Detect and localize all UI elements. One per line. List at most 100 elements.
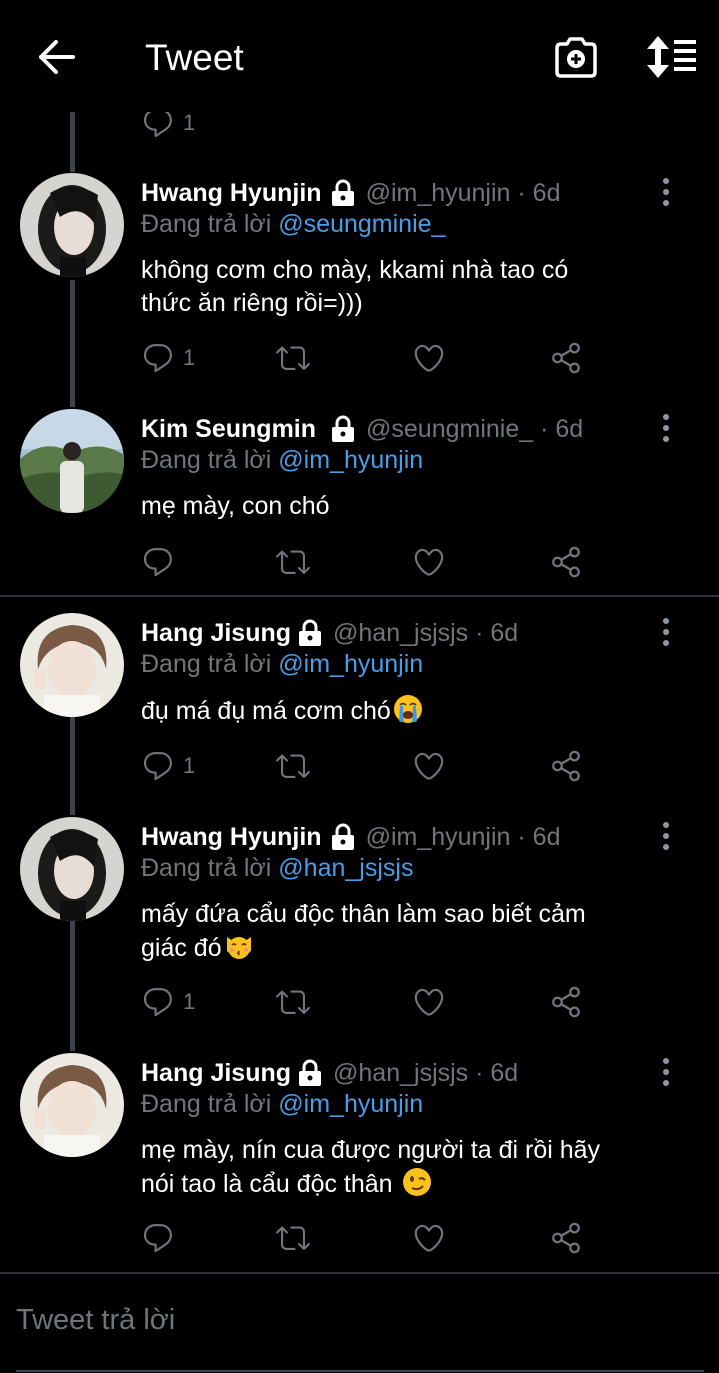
reply-icon — [143, 548, 172, 577]
mention-link[interactable]: @seungminie_ — [278, 210, 445, 238]
reply-icon — [143, 344, 172, 373]
mention-link[interactable]: @im_hyunjin — [278, 650, 423, 678]
display-name[interactable]: Hwang Hyunjin — [141, 823, 322, 852]
app: 1 Hwang Hyunjin @im_hyunjin · 6d Đang tr… — [0, 0, 719, 1373]
action-bar — [0, 542, 719, 582]
tweet-text-line: mấy đứa cẩu độc thân làm sao biết cảm — [141, 900, 586, 928]
reply-prefix: Đang trả lời — [141, 210, 272, 238]
display-name[interactable]: Hang Jisung — [141, 1059, 291, 1088]
lock-icon — [331, 823, 354, 850]
share-icon — [552, 546, 580, 578]
reply-count: 1 — [183, 110, 196, 135]
reply-prefix: Đang trả lời — [141, 650, 272, 678]
more-options-icon[interactable] — [657, 176, 675, 208]
like-button[interactable] — [412, 338, 446, 378]
share-icon — [552, 342, 580, 374]
display-name[interactable]: Kim Seungmin — [141, 415, 316, 444]
more-options-icon[interactable] — [657, 412, 675, 444]
heart-icon — [414, 344, 444, 372]
retweet-button[interactable] — [275, 338, 311, 378]
back-arrow-icon[interactable] — [36, 38, 76, 78]
reply-icon — [143, 988, 172, 1017]
handle-and-time[interactable]: @im_hyunjin · 6d — [366, 179, 561, 208]
replying-to: Đang trả lời @seungminie_ — [141, 210, 445, 239]
reply-composer[interactable]: Tweet trả lời — [0, 1272, 719, 1373]
handle-and-time[interactable]: @han_jsjsjs · 6d — [333, 1059, 518, 1088]
tweet-text-line: thức ăn riêng rồi=))) — [141, 289, 363, 317]
reply-button[interactable] — [141, 1218, 183, 1258]
reply-prefix: Đang trả lời — [141, 446, 272, 474]
retweet-button[interactable] — [275, 542, 311, 582]
handle-and-time[interactable]: @han_jsjsjs · 6d — [333, 619, 518, 648]
lock-icon — [331, 179, 354, 206]
avatar[interactable] — [20, 613, 124, 717]
replying-to: Đang trả lời @im_hyunjin — [141, 650, 423, 679]
retweet-button[interactable] — [275, 746, 311, 786]
more-options-icon[interactable] — [657, 1056, 675, 1088]
reply-button[interactable]: 1 — [141, 746, 195, 786]
retweet-button[interactable] — [275, 982, 311, 1022]
share-button[interactable] — [549, 1218, 583, 1258]
avatar[interactable] — [20, 817, 124, 921]
avatar[interactable] — [20, 409, 124, 513]
reply-button[interactable]: 1 — [141, 982, 195, 1022]
reply-button[interactable]: 1 — [141, 338, 195, 378]
lock-icon — [299, 619, 322, 646]
loudly-crying-face-icon — [393, 695, 422, 723]
tweet-header: Hang Jisung @han_jsjsjs · 6d — [141, 616, 518, 650]
more-options-icon[interactable] — [657, 820, 675, 852]
handle-and-time[interactable]: @im_hyunjin · 6d — [366, 823, 561, 852]
share-icon — [552, 750, 580, 782]
like-button[interactable] — [412, 1218, 446, 1258]
reply-count: 1 — [183, 345, 196, 370]
avatar[interactable] — [20, 173, 124, 277]
avatar[interactable] — [20, 1053, 124, 1157]
retweet-button[interactable] — [275, 1218, 311, 1258]
heart-icon — [414, 752, 444, 780]
heart-icon — [414, 548, 444, 576]
retweet-icon — [276, 550, 310, 574]
tweet-text-span: nói tao là cẩu độc thân — [141, 1170, 393, 1198]
display-name[interactable]: Hang Jisung — [141, 619, 291, 648]
action-bar: 1 — [0, 746, 719, 786]
replying-to: Đang trả lời @im_hyunjin — [141, 1090, 423, 1119]
tweet-text: đụ má đụ má cơm chó — [141, 694, 671, 728]
sort-replies-icon[interactable] — [646, 36, 698, 78]
share-button[interactable] — [549, 982, 583, 1022]
replying-to: Đang trả lời @han_jsjsjs — [141, 854, 413, 883]
top-app-bar: Tweet — [0, 0, 719, 112]
tweet-header: Hwang Hyunjin @im_hyunjin · 6d — [141, 176, 560, 210]
tweet-text-line: nói tao là cẩu độc thân — [141, 1167, 671, 1201]
action-bar: 1 — [0, 338, 719, 378]
input-underline — [16, 1370, 704, 1372]
like-button[interactable] — [412, 542, 446, 582]
page-title: Tweet — [145, 37, 244, 78]
like-button[interactable] — [412, 982, 446, 1022]
share-button[interactable] — [549, 542, 583, 582]
tweet-text: mẹ mày, nín cua được người ta đi rồi hãy… — [141, 1134, 671, 1201]
tweet-text-line: mẹ mày, nín cua được người ta đi rồi hãy — [141, 1136, 601, 1164]
display-name[interactable]: Hwang Hyunjin — [141, 179, 322, 208]
reply-icon — [143, 752, 172, 781]
reply-count: 1 — [183, 989, 196, 1014]
tweet-header: Hang Jisung @han_jsjsjs · 6d — [141, 1056, 518, 1090]
lock-icon — [332, 415, 355, 442]
like-button[interactable] — [412, 746, 446, 786]
lock-icon — [299, 1059, 322, 1086]
handle-and-time[interactable]: @seungminie_ · 6d — [366, 415, 583, 444]
retweet-icon — [276, 1226, 310, 1250]
reply-prefix: Đang trả lời — [141, 854, 272, 882]
tweet-text-line: mẹ mày, con chó — [141, 492, 330, 520]
share-button[interactable] — [549, 338, 583, 378]
reply-button[interactable] — [141, 542, 183, 582]
camera-add-icon[interactable] — [553, 36, 599, 78]
share-button[interactable] — [549, 746, 583, 786]
reply-prefix: Đang trả lời — [141, 1090, 272, 1118]
mention-link[interactable]: @im_hyunjin — [278, 446, 423, 474]
more-options-icon[interactable] — [657, 616, 675, 648]
mention-link[interactable]: @im_hyunjin — [278, 1090, 423, 1118]
mention-link[interactable]: @han_jsjsjs — [278, 854, 413, 882]
reply-input[interactable]: Tweet trả lời — [16, 1304, 175, 1337]
action-bar: 1 — [0, 982, 719, 1022]
share-icon — [552, 1222, 580, 1254]
